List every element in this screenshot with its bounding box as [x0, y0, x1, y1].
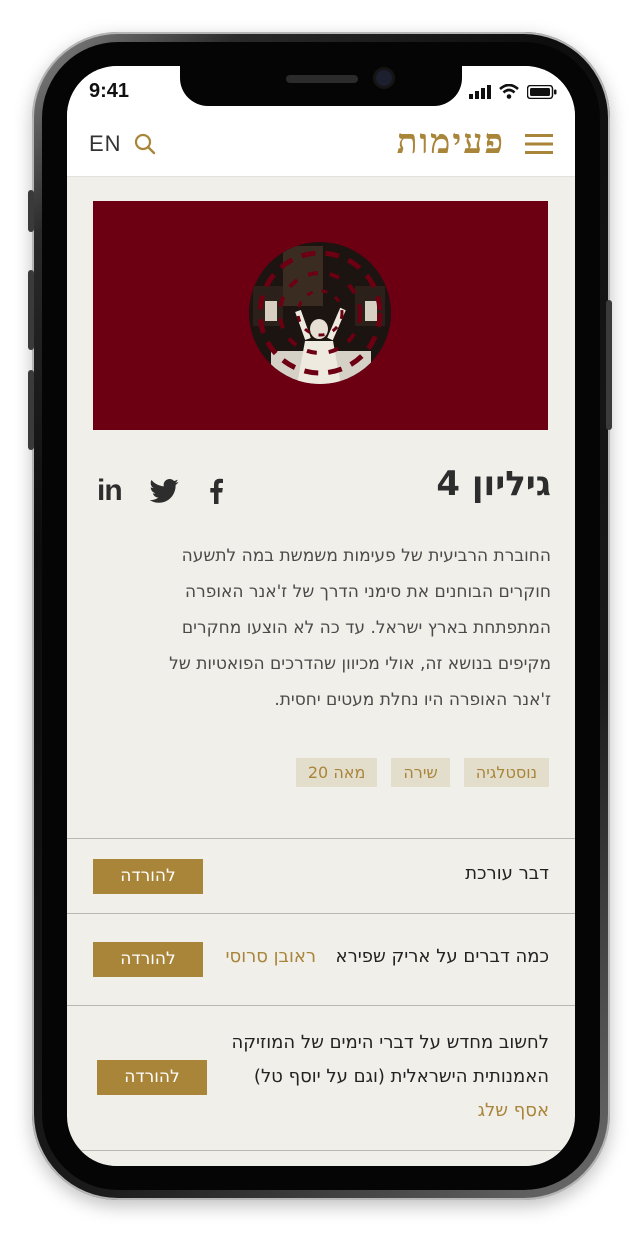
notch	[180, 66, 462, 106]
article-author[interactable]: אסף שלג	[478, 1100, 549, 1121]
status-icons	[469, 84, 557, 99]
download-button[interactable]: להורדה	[97, 1060, 207, 1095]
download-button[interactable]: להורדה	[93, 942, 203, 977]
issue-cover-image	[93, 201, 548, 430]
article-title[interactable]: דבר עורכת	[465, 863, 549, 884]
language-switch[interactable]: EN	[89, 131, 122, 157]
site-header: EN פעימות	[67, 118, 575, 177]
article-row: לחשוב מחדש על דברי הימים של המוזיקה האמנ…	[67, 1005, 575, 1151]
site-logo[interactable]: פעימות	[397, 122, 505, 162]
bottom-safe-area	[67, 1152, 575, 1166]
power-button	[606, 300, 612, 430]
article-title[interactable]: לחשוב מחדש על דברי הימים של המוזיקה האמנ…	[219, 1026, 549, 1094]
speaker-grille	[286, 75, 358, 83]
article-author[interactable]: ראובן סרוסי	[225, 946, 316, 967]
issue-description: החוברת הרביעית של פעימות משמשת במה לתשעה…	[169, 546, 551, 710]
battery-icon	[527, 85, 557, 99]
volume-button	[28, 270, 34, 350]
article-row: כמה דברים על אריק שפירא ראובן סרוסי להור…	[67, 913, 575, 1006]
screen: 9:41 EN פעימות גיליון 4 in החוברת הרביעי…	[67, 66, 575, 1166]
hamburger-menu-icon[interactable]	[525, 133, 553, 155]
volume-button	[28, 190, 34, 232]
linkedin-icon[interactable]: in	[97, 474, 123, 508]
article-row: דבר עורכת להורדה	[67, 838, 575, 914]
front-camera	[376, 70, 392, 86]
cover-artwork	[249, 242, 391, 384]
article-line: כמה דברים על אריק שפירא ראובן סרוסי	[225, 946, 549, 967]
status-time: 9:41	[89, 80, 130, 102]
wifi-icon	[499, 84, 519, 99]
facebook-icon[interactable]	[208, 478, 224, 504]
twitter-icon[interactable]	[149, 479, 180, 503]
share-links: in	[97, 474, 224, 508]
issue-title: גיליון 4	[436, 464, 551, 504]
search-icon[interactable]	[133, 132, 157, 156]
article-title[interactable]: כמה דברים על אריק שפירא	[336, 946, 549, 967]
tag-item[interactable]: שירה	[391, 758, 450, 787]
tag-item[interactable]: מאה 20	[295, 758, 378, 787]
download-button[interactable]: להורדה	[93, 859, 203, 894]
volume-button	[28, 370, 34, 450]
tag-item[interactable]: נוסטלגיה	[463, 758, 549, 787]
signal-icon	[469, 85, 491, 99]
tag-list: נוסטלגיה שירה מאה 20	[295, 758, 549, 787]
